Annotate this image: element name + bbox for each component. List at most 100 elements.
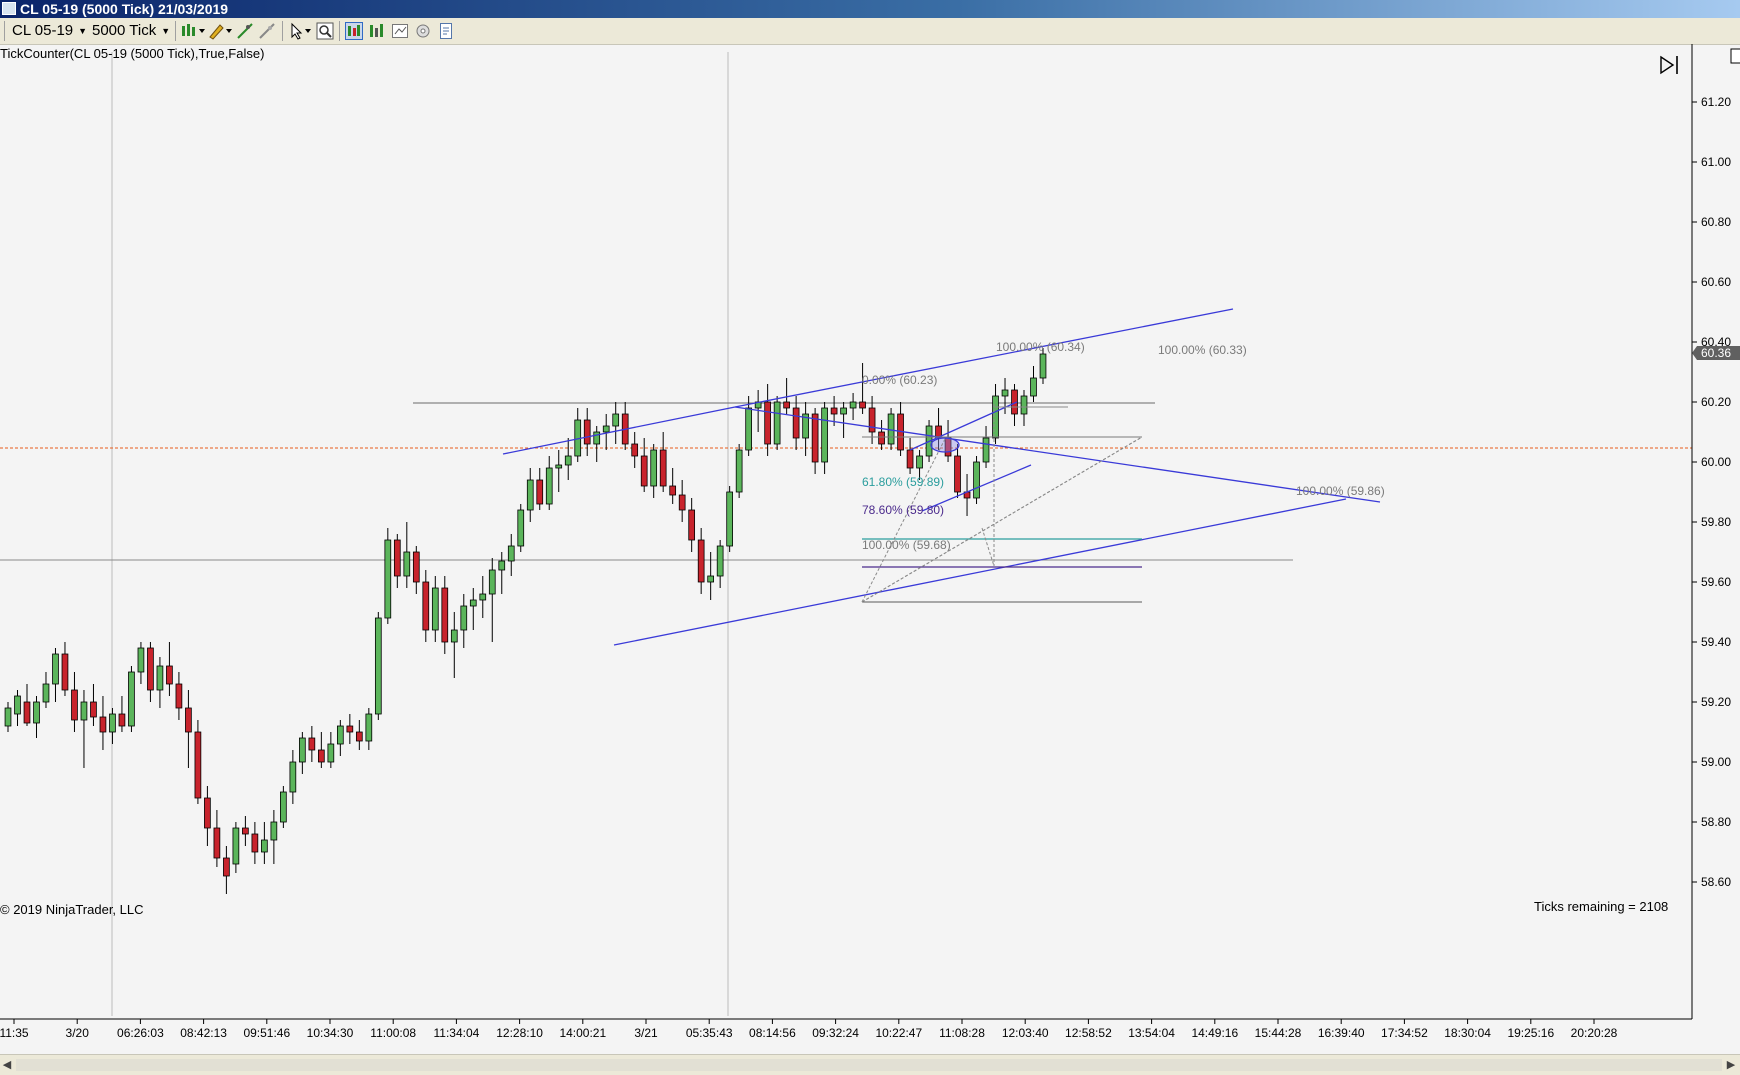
instrument-selector[interactable]: CL 05-19 ▼ bbox=[12, 21, 87, 41]
candle-body-down bbox=[678, 494, 686, 511]
fib-label-g: 100.00% (59.86) bbox=[1296, 484, 1385, 498]
candle bbox=[488, 558, 496, 642]
time-tick-label: 11:08:28 bbox=[939, 1026, 985, 1040]
candle-body-up bbox=[650, 449, 658, 487]
period-selector[interactable]: 5000 Tick ▼ bbox=[92, 21, 170, 41]
properties-window-button[interactable] bbox=[437, 22, 455, 40]
horizontal-scrollbar[interactable]: ◀ ▶ bbox=[0, 1054, 1740, 1075]
drawing-tool-button[interactable] bbox=[207, 22, 233, 40]
candle-body-up bbox=[403, 551, 411, 577]
candle bbox=[251, 822, 259, 864]
candle-body-up bbox=[849, 401, 857, 409]
candle-body-up bbox=[450, 629, 458, 643]
time-tick-label: 09:51:46 bbox=[243, 1026, 290, 1040]
time-tick-label: 15:44:28 bbox=[1255, 1026, 1302, 1040]
time-tick-label: 10:34:30 bbox=[307, 1026, 354, 1040]
zoom-button[interactable] bbox=[316, 22, 334, 40]
lower-channel-line[interactable] bbox=[613, 498, 1347, 646]
candle bbox=[213, 810, 221, 867]
candle bbox=[878, 420, 885, 450]
candle bbox=[963, 474, 971, 516]
candle bbox=[270, 810, 278, 864]
candle-body-down bbox=[118, 713, 126, 727]
candle-body-down bbox=[147, 647, 154, 691]
window-title: CL 05-19 (5000 Tick) 21/03/2019 bbox=[20, 1, 229, 17]
highlight-ellipse[interactable] bbox=[930, 437, 960, 453]
candle bbox=[792, 396, 800, 450]
candle-body-up bbox=[374, 617, 382, 715]
upper-channel-line[interactable] bbox=[734, 308, 1234, 408]
scroll-right-icon[interactable]: ▶ bbox=[1724, 1057, 1738, 1073]
candle bbox=[707, 552, 715, 600]
candle bbox=[166, 642, 173, 696]
candle bbox=[147, 642, 154, 702]
eraser-button[interactable] bbox=[258, 22, 276, 40]
chart-style-button[interactable] bbox=[180, 22, 206, 40]
candle-body-down bbox=[640, 455, 648, 487]
candle bbox=[109, 708, 116, 744]
candle bbox=[14, 690, 21, 726]
last-price-marker: 60.36 bbox=[1692, 346, 1740, 360]
candle-body-down bbox=[71, 689, 78, 721]
candle bbox=[336, 720, 344, 756]
price-tick-label: 61.00 bbox=[1701, 155, 1731, 169]
time-tick-label: 11:34:04 bbox=[433, 1026, 479, 1040]
fib-label-a: 100.00% (60.34) bbox=[996, 340, 1085, 354]
time-tick-label: 11:35 bbox=[0, 1026, 29, 1040]
candle-body-up bbox=[14, 695, 21, 715]
candle-body-down bbox=[878, 431, 885, 445]
time-tick-label: 3/21 bbox=[634, 1026, 658, 1040]
price-chart[interactable]: TickCounter(CL 05-19 (5000 Tick),True,Fa… bbox=[0, 44, 1740, 1054]
candle-body-up bbox=[52, 653, 59, 685]
strategy-chart-icon bbox=[370, 24, 383, 37]
candle bbox=[650, 444, 658, 498]
candle bbox=[859, 363, 866, 414]
descending-trendline[interactable] bbox=[734, 406, 1381, 503]
time-tick-label: 11:00:08 bbox=[370, 1026, 416, 1040]
price-tick-label: 58.60 bbox=[1701, 875, 1731, 889]
draw-line-button[interactable] bbox=[236, 22, 254, 40]
scroll-track[interactable] bbox=[16, 1059, 1722, 1071]
candle-body-up bbox=[479, 593, 487, 601]
candle bbox=[318, 732, 325, 768]
candle-body-up bbox=[80, 701, 88, 721]
candle-body-up bbox=[517, 509, 525, 547]
plot-end-icon[interactable] bbox=[1660, 55, 1678, 75]
candle bbox=[223, 846, 230, 894]
candle-body-up bbox=[460, 605, 468, 631]
candle-body-down bbox=[251, 833, 259, 853]
pen-line-icon bbox=[237, 23, 253, 39]
corner-panel-icon[interactable] bbox=[1730, 48, 1740, 64]
time-tick-label: 16:39:40 bbox=[1318, 1026, 1365, 1040]
candle bbox=[602, 414, 610, 450]
candle bbox=[90, 684, 97, 726]
candle bbox=[1020, 390, 1028, 426]
scroll-left-icon[interactable]: ◀ bbox=[0, 1057, 14, 1073]
candle bbox=[137, 642, 145, 684]
candle bbox=[507, 534, 515, 576]
time-tick-label: 08:14:56 bbox=[749, 1026, 796, 1040]
candle bbox=[128, 666, 135, 732]
candle bbox=[840, 402, 847, 438]
chart-toolbar: CL 05-19 ▼ 5000 Tick ▼ bbox=[0, 18, 1740, 45]
candle-body-down bbox=[355, 731, 363, 742]
pointer-mode-button[interactable] bbox=[288, 22, 314, 40]
strategies-button[interactable] bbox=[368, 22, 386, 40]
price-tick-label: 59.00 bbox=[1701, 755, 1731, 769]
time-tick-label: 10:22:47 bbox=[875, 1026, 922, 1040]
candle-body-down bbox=[697, 539, 705, 583]
candle-body-up bbox=[507, 545, 515, 562]
candle-body-down bbox=[166, 665, 173, 685]
candle-body-down bbox=[954, 455, 961, 493]
data-box-button[interactable] bbox=[391, 22, 409, 40]
indicators-button[interactable] bbox=[345, 22, 363, 40]
candle bbox=[365, 708, 373, 750]
time-tick-label: 12:28:10 bbox=[496, 1026, 543, 1040]
candle-body-down bbox=[223, 857, 230, 877]
time-tick-label: 08:42:13 bbox=[180, 1026, 227, 1040]
candle-body-up bbox=[555, 464, 563, 469]
candle-body-up bbox=[327, 743, 335, 763]
candle-body-up bbox=[735, 449, 743, 493]
time-tick-label: 12:03:40 bbox=[1002, 1026, 1049, 1040]
properties-button[interactable] bbox=[414, 22, 432, 40]
